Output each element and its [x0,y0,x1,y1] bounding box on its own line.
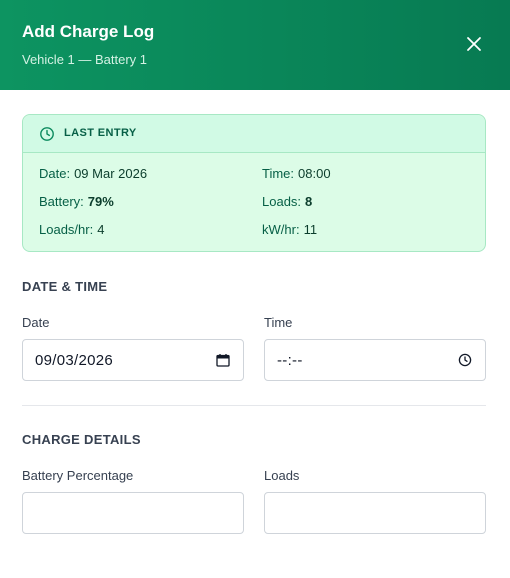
loads-label: Loads [264,468,300,483]
clock-icon [40,127,54,141]
loads-input[interactable] [264,492,486,534]
last-entry-battery: Battery: 79% [39,194,114,209]
date-label: Date [22,315,50,330]
date-time-section-title: DATE & TIME [22,279,108,294]
last-entry-date: Date: 09 Mar 2026 [39,166,147,181]
last-entry-loads-hr-label: Loads/hr: [39,222,94,237]
dialog-subtitle: Vehicle 1 — Battery 1 [22,52,148,67]
last-entry-date-value: 09 Mar 2026 [74,166,148,181]
charge-details-section-title: CHARGE DETAILS [22,432,141,447]
last-entry-kwh-label: kW/hr: [262,222,300,237]
last-entry-card: LAST ENTRY Date: 09 Mar 2026 Time: 08:00 B… [22,114,486,252]
last-entry-battery-label: Battery: [39,194,84,209]
date-input[interactable]: 09/03/2026 [22,339,244,381]
last-entry-kwh: kW/hr: 11 [262,222,317,237]
battery-percentage-label: Battery Percentage [22,468,134,483]
section-divider [22,405,486,406]
time-label: Time [264,315,293,330]
close-button[interactable] [460,30,488,58]
time-input-value: --:-- [277,351,303,369]
last-entry-loads-hr: Loads/hr: 4 [39,222,104,237]
dialog-title: Add Charge Log [22,22,155,41]
battery-percentage-input[interactable] [22,492,244,534]
calendar-icon[interactable] [215,352,231,368]
last-entry-kwh-value: 11 [303,222,318,237]
clock-icon[interactable] [457,352,473,368]
last-entry-date-label: Date: [39,166,71,181]
last-entry-loads-value: 8 [305,194,313,209]
last-entry-loads-label: Loads: [262,194,302,209]
last-entry-battery-value: 79% [87,194,114,209]
last-entry-time-label: Time: [262,166,295,181]
close-icon [467,37,481,51]
dialog-header: Add Charge Log Vehicle 1 — Battery 1 [0,0,510,90]
last-entry-title: LAST ENTRY [64,127,137,139]
last-entry-loads: Loads: 8 [262,194,312,209]
date-input-value: 09/03/2026 [35,351,114,369]
time-input[interactable]: --:-- [264,339,486,381]
last-entry-time: Time: 08:00 [262,166,331,181]
last-entry-loads-hr-value: 4 [97,222,105,237]
last-entry-time-value: 08:00 [298,166,331,181]
last-entry-header: LAST ENTRY [23,115,485,153]
